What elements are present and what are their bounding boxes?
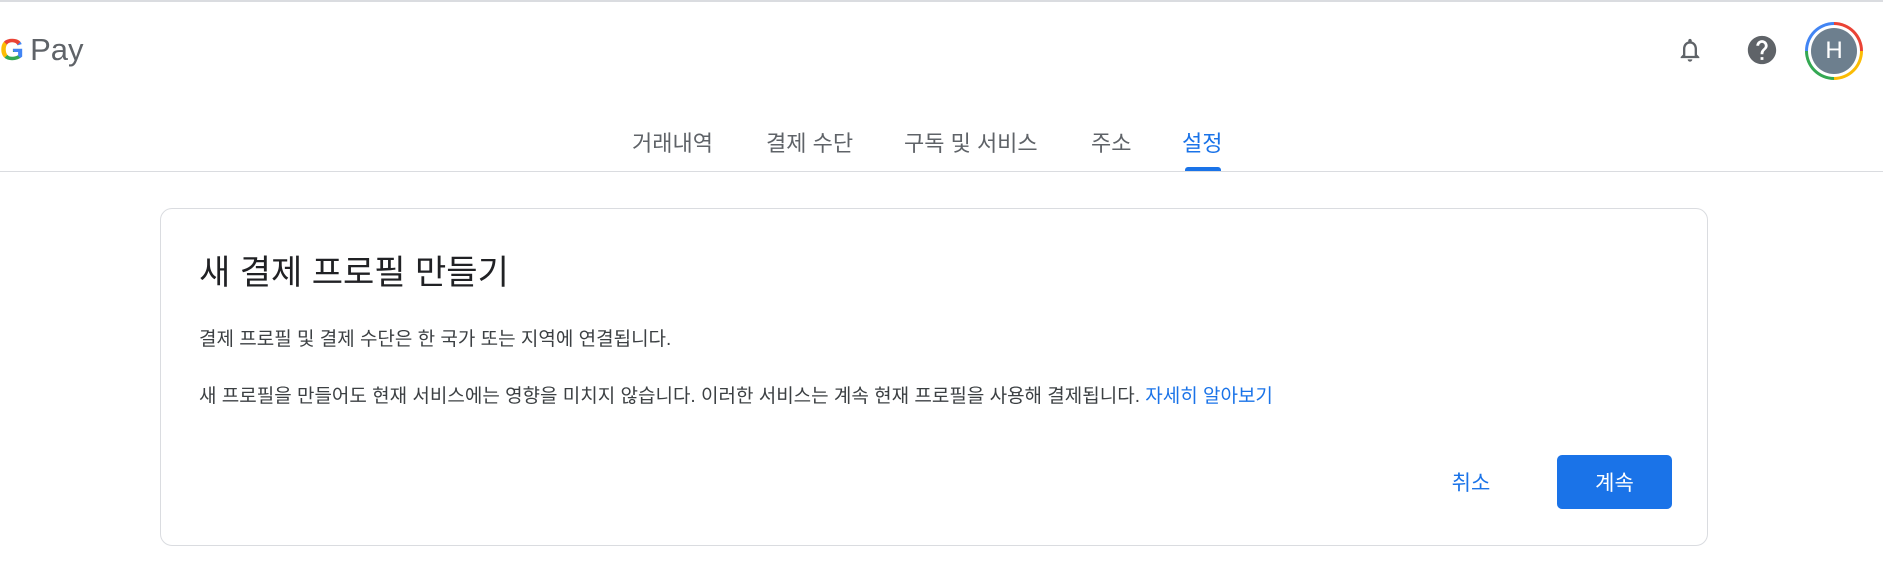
active-tab-indicator (1185, 167, 1221, 171)
tab-addresses[interactable]: 주소 (1091, 126, 1131, 158)
help-icon (1747, 35, 1777, 65)
continue-button[interactable]: 계속 (1557, 455, 1672, 509)
tab-settings[interactable]: 설정 (1182, 126, 1222, 158)
avatar: H (1811, 28, 1857, 74)
account-avatar-button[interactable]: H (1805, 22, 1863, 80)
learn-more-link[interactable]: 자세히 알아보기 (1145, 386, 1273, 407)
logo-text: Pay (30, 32, 84, 67)
cancel-button[interactable]: 취소 (1423, 455, 1519, 509)
gpay-logo[interactable]: G Pay (0, 32, 84, 68)
nav-tabs: 거래내역 결제 수단 구독 및 서비스 주소 설정 (0, 120, 1883, 172)
help-button[interactable] (1744, 32, 1780, 68)
notifications-button[interactable] (1672, 32, 1708, 68)
tab-payment-methods[interactable]: 결제 수단 (766, 126, 853, 158)
google-g-logo: G (0, 32, 25, 67)
app-header: G Pay H (0, 2, 1883, 98)
card-description-2: 새 프로필을 만들어도 현재 서비스에는 영향을 미치지 않습니다. 이러한 서… (199, 381, 1273, 408)
tab-transactions[interactable]: 거래내역 (632, 126, 713, 158)
create-profile-card: 새 결제 프로필 만들기 결제 프로필 및 결제 수단은 한 국가 또는 지역에… (160, 208, 1708, 546)
avatar-ring: H (1808, 25, 1860, 77)
bell-icon (1680, 38, 1700, 62)
card-description-1: 결제 프로필 및 결제 수단은 한 국가 또는 지역에 연결됩니다. (199, 329, 672, 350)
card-title: 새 결제 프로필 만들기 (199, 254, 509, 292)
card-description-2-text: 새 프로필을 만들어도 현재 서비스에는 영향을 미치지 않습니다. 이러한 서… (199, 386, 1140, 407)
tab-subscriptions[interactable]: 구독 및 서비스 (904, 126, 1038, 158)
